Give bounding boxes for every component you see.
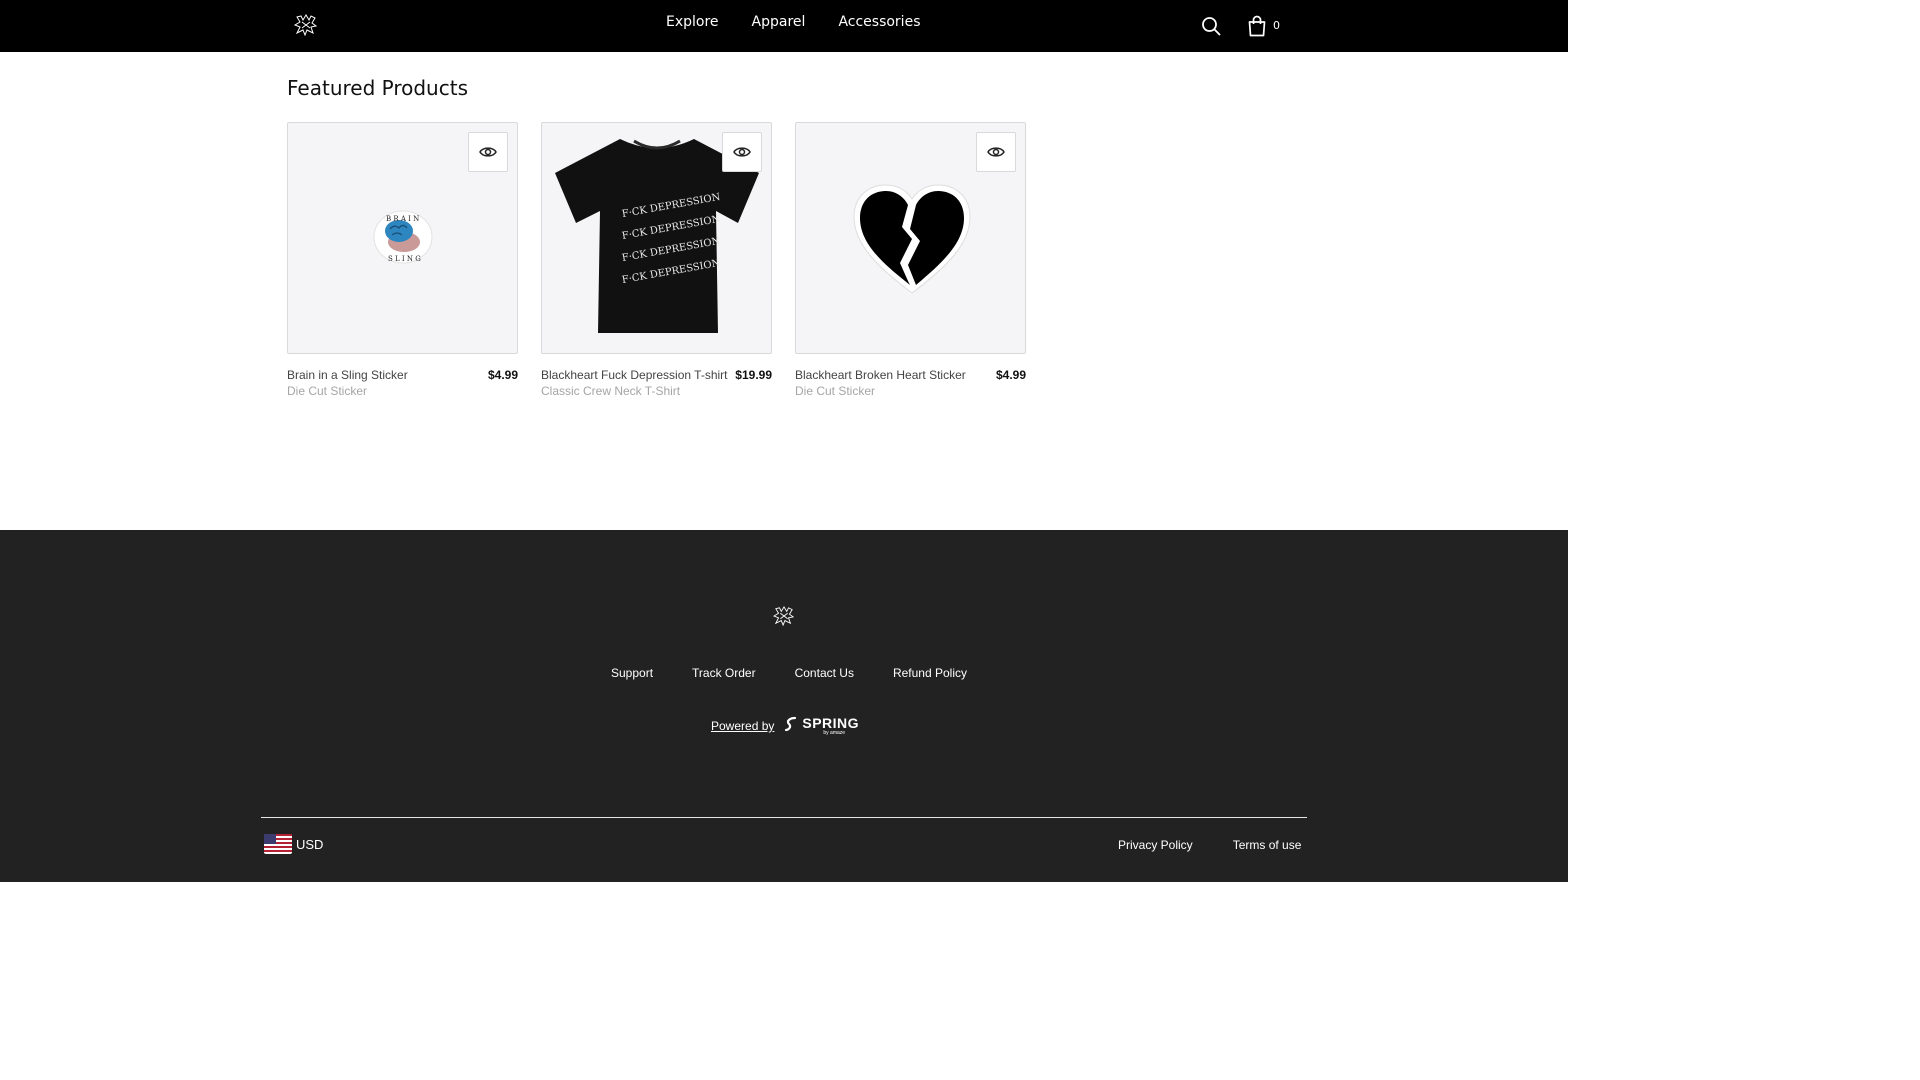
legal-links: Privacy Policy Terms of use (1118, 838, 1301, 852)
footer-brand-logo[interactable] (773, 606, 795, 626)
eye-icon (987, 147, 1005, 157)
footer-link-track-order[interactable]: Track Order (692, 666, 756, 680)
product-subtitle: Die Cut Sticker (795, 384, 876, 398)
footer-link-contact-us[interactable]: Contact Us (795, 666, 854, 680)
currency-selector[interactable]: USD (264, 834, 323, 854)
powered-by-link[interactable]: Powered by SPRING by amaze (711, 715, 860, 740)
powered-by-text: Powered by (711, 719, 775, 733)
privacy-policy-link[interactable]: Privacy Policy (1118, 838, 1193, 852)
product-price: $19.99 (735, 368, 772, 382)
product-image-frame[interactable]: F·CK DEPRESSION F·CK DEPRESSION F·CK DEP… (541, 122, 772, 354)
svg-text:B R A I N: B R A I N (386, 215, 419, 223)
nav-apparel[interactable]: Apparel (752, 14, 806, 30)
shopping-bag-icon[interactable] (1247, 15, 1267, 37)
search-icon[interactable] (1201, 16, 1221, 36)
site-header: Explore Apparel Accessories 0 (0, 0, 1568, 52)
eye-icon (733, 147, 751, 157)
product-subtitle: Classic Crew Neck T-Shirt (541, 384, 681, 398)
eye-icon (479, 147, 497, 157)
spring-wordmark: SPRING (802, 715, 860, 731)
brand-logo[interactable] (294, 14, 318, 36)
footer-links: Support Track Order Contact Us Refund Po… (611, 666, 967, 680)
site-footer: Support Track Order Contact Us Refund Po… (0, 530, 1568, 882)
product-price: $4.99 (995, 368, 1026, 382)
broken-heart-sticker-image (853, 184, 971, 294)
footer-divider (261, 817, 1307, 818)
product-name[interactable]: Blackheart Broken Heart Sticker (795, 368, 966, 382)
brain-sticker-image: B R A I N S L I N G (373, 210, 433, 264)
footer-link-support[interactable]: Support (611, 666, 653, 680)
terms-of-use-link[interactable]: Terms of use (1233, 838, 1302, 852)
nav-accessories[interactable]: Accessories (838, 14, 920, 30)
footer-link-refund-policy[interactable]: Refund Policy (893, 666, 967, 680)
product-image-frame[interactable] (795, 122, 1026, 354)
quick-view-button[interactable] (722, 132, 762, 172)
product-card[interactable]: B R A I N S L I N G Brain in a Sling Sti… (287, 122, 518, 404)
product-name[interactable]: Brain in a Sling Sticker (287, 368, 408, 382)
quick-view-button[interactable] (976, 132, 1016, 172)
main-nav: Explore Apparel Accessories (666, 14, 920, 30)
product-name[interactable]: Blackheart Fuck Depression T-shirt (541, 368, 728, 382)
currency-code: USD (296, 836, 324, 852)
quick-view-button[interactable] (468, 132, 508, 172)
product-image-frame[interactable]: B R A I N S L I N G (287, 122, 518, 354)
us-flag-icon (264, 834, 292, 854)
svg-text:S L I N G: S L I N G (388, 255, 421, 263)
spring-byline: by amaze (823, 730, 846, 736)
product-card[interactable]: Blackheart Broken Heart Sticker $4.99 Di… (795, 122, 1026, 404)
product-price: $4.99 (487, 368, 518, 382)
cart-count: 0 (1273, 19, 1280, 32)
product-card[interactable]: F·CK DEPRESSION F·CK DEPRESSION F·CK DEP… (541, 122, 772, 404)
section-title: Featured Products (287, 76, 468, 100)
spring-logo: SPRING by amaze (784, 715, 860, 740)
spring-icon (785, 716, 797, 732)
nav-explore[interactable]: Explore (666, 14, 719, 30)
product-subtitle: Die Cut Sticker (287, 384, 368, 398)
